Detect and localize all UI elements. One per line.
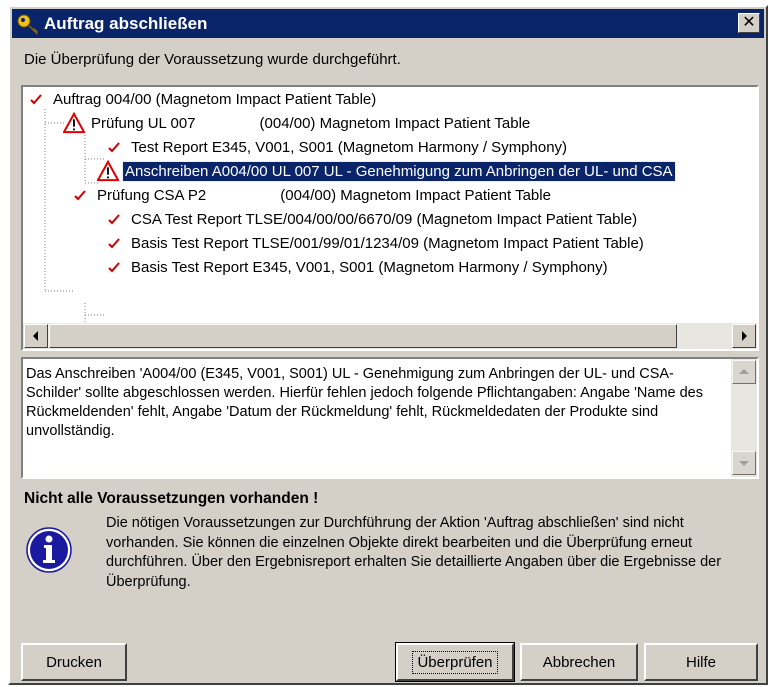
arrow-left-icon: [33, 331, 38, 341]
tree-item-label: Test Report E345, V001, S001 (Magnetom H…: [131, 138, 568, 156]
tree-item-test-report[interactable]: Test Report E345, V001, S001 (Magnetom H…: [103, 135, 569, 159]
dialog-window: Auftrag abschließen ✕ Die Überprüfung de…: [8, 5, 768, 685]
title-bar: Auftrag abschließen ✕: [12, 9, 764, 38]
help-button[interactable]: Hilfe: [644, 643, 758, 681]
scroll-right-button[interactable]: [732, 324, 756, 348]
check-button[interactable]: Überprüfen: [395, 642, 515, 682]
check-icon: [69, 184, 91, 206]
tree-item-detail: (004/00) Magnetom Impact Patient Table: [280, 186, 551, 204]
check-tree[interactable]: Auftrag 004/00 (Magnetom Impact Patient …: [21, 85, 759, 351]
check-button-label: Überprüfen: [412, 650, 498, 674]
status-line: Die Überprüfung der Voraussetzung wurde …: [24, 51, 401, 68]
horizontal-scrollbar[interactable]: [23, 323, 757, 349]
scroll-up-button[interactable]: [732, 360, 756, 384]
tree-item-label: Basis Test Report TLSE/001/99/01/1234/09…: [131, 234, 644, 252]
tree-item-detail: (004/00) Magnetom Impact Patient Table: [259, 114, 531, 132]
tree-item-label: Prüfung CSA P2: [97, 186, 207, 204]
vertical-scrollbar[interactable]: [731, 359, 757, 477]
tree-item-basis-report-tlse[interactable]: Basis Test Report TLSE/001/99/01/1234/09…: [103, 231, 646, 255]
print-button[interactable]: Drucken: [21, 643, 127, 681]
check-icon: [25, 88, 47, 110]
scroll-thumb[interactable]: [49, 324, 677, 348]
message-box[interactable]: Das Anschreiben 'A004/00 (E345, V001, S0…: [21, 357, 759, 479]
message-text: Das Anschreiben 'A004/00 (E345, V001, S0…: [26, 366, 703, 439]
arrow-up-icon: [739, 369, 749, 374]
cancel-button[interactable]: Abbrechen: [520, 643, 638, 681]
arrow-right-icon: [742, 331, 747, 341]
window-title: Auftrag abschließen: [44, 13, 208, 33]
info-icon: [26, 527, 72, 573]
tree-item-label: CSA Test Report TLSE/004/00/00/6670/09 (…: [131, 210, 638, 228]
tree-item-pruefung-csa[interactable]: Prüfung CSA P2 (004/00) Magnetom Impact …: [69, 183, 553, 207]
tree-item-auftrag[interactable]: Auftrag 004/00 (Magnetom Impact Patient …: [25, 87, 378, 111]
scroll-down-button[interactable]: [732, 451, 756, 475]
check-icon: [103, 256, 125, 278]
scroll-left-button[interactable]: [24, 324, 48, 348]
warning-icon: [97, 160, 119, 182]
tree-item-basis-report-e345[interactable]: Basis Test Report E345, V001, S001 (Magn…: [103, 255, 610, 279]
check-icon: [103, 232, 125, 254]
tree-item-csa-test-report[interactable]: CSA Test Report TLSE/004/00/00/6670/09 (…: [103, 207, 639, 231]
tree-item-anschreiben[interactable]: Anschreiben A004/00 UL 007 UL - Genehmig…: [97, 159, 676, 183]
check-icon: [103, 136, 125, 158]
tree-item-label: Anschreiben A004/00 UL 007 UL - Genehmig…: [122, 160, 676, 182]
warning-icon: [63, 112, 85, 134]
tree-item-label: Basis Test Report E345, V001, S001 (Magn…: [131, 258, 608, 276]
warning-heading: Nicht alle Voraussetzungen vorhanden !: [24, 490, 319, 507]
key-icon: [17, 14, 38, 35]
tree-item-label: Prüfung UL 007: [91, 114, 196, 132]
close-button[interactable]: ✕: [738, 13, 760, 33]
warning-text: Die nötigen Voraussetzungen zur Durchfüh…: [106, 515, 722, 590]
check-icon: [103, 208, 125, 230]
tree-item-pruefung-ul[interactable]: Prüfung UL 007 (004/00) Magnetom Impact …: [63, 111, 532, 135]
arrow-down-icon: [739, 461, 749, 466]
close-icon: ✕: [742, 14, 756, 31]
tree-item-label: Auftrag 004/00 (Magnetom Impact Patient …: [53, 90, 377, 108]
tree-viewport: Auftrag 004/00 (Magnetom Impact Patient …: [23, 87, 757, 323]
